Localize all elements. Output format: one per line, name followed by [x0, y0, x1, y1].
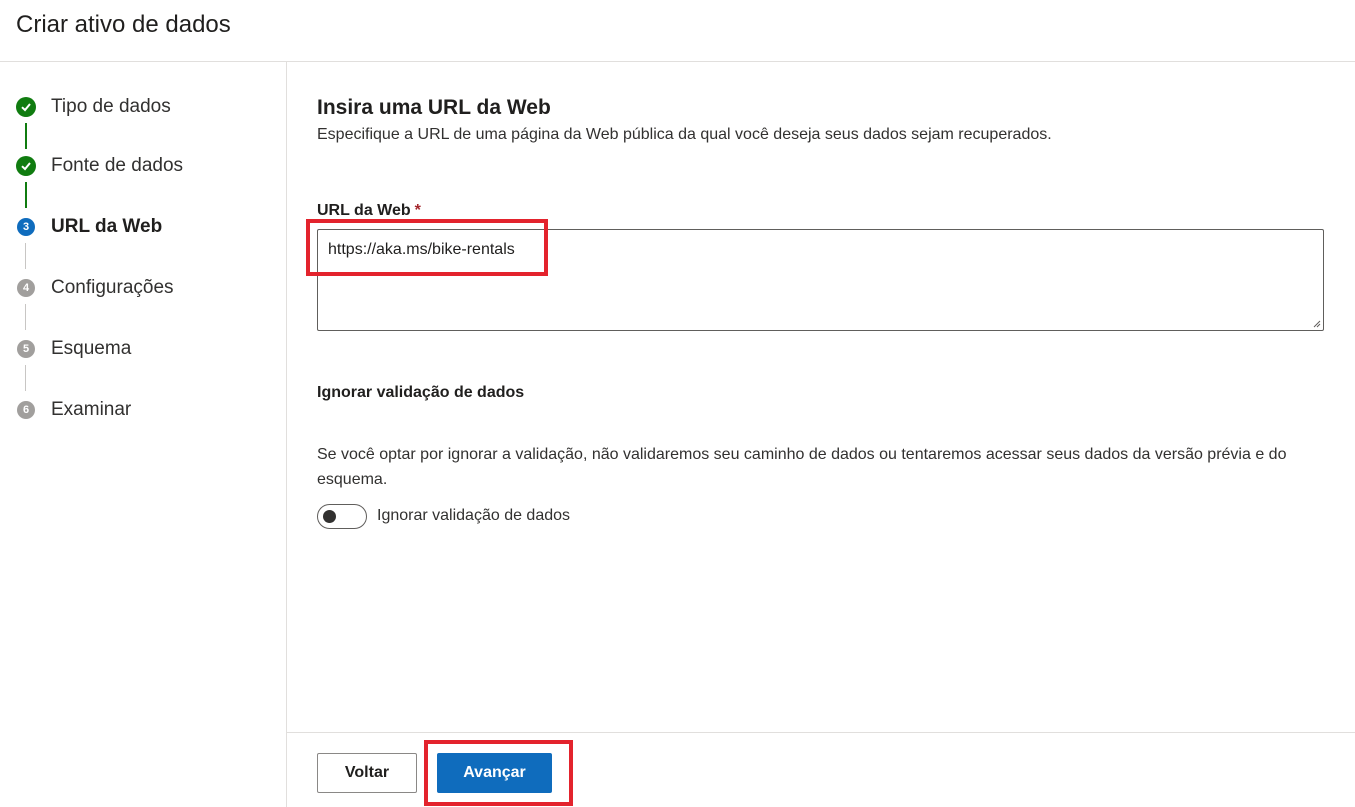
step-tipo-de-dados[interactable]: Tipo de dados [16, 95, 171, 119]
back-button[interactable]: Voltar [317, 753, 417, 793]
step-url-da-web[interactable]: 3 URL da Web [16, 215, 162, 239]
step-configuracoes[interactable]: 4 Configurações [16, 276, 174, 300]
step-connector [25, 123, 27, 149]
ignore-validation-title: Ignorar validação de dados [317, 384, 525, 401]
step-connector [25, 365, 26, 391]
wizard-footer: Voltar Avançar [287, 732, 1355, 807]
wizard-steps-sidebar: Tipo de dados Fonte de dados 3 URL da We… [0, 62, 287, 807]
step-label: Examinar [51, 399, 132, 420]
step-label: Esquema [51, 338, 132, 359]
step-connector [25, 243, 26, 269]
required-asterisk: * [414, 202, 421, 219]
step-esquema[interactable]: 5 Esquema [16, 337, 131, 361]
step-label: Tipo de dados [51, 96, 171, 117]
step-number-icon: 6 [17, 401, 35, 419]
url-highlight-box [306, 219, 548, 276]
step-label: URL da Web [51, 216, 163, 237]
checkmark-icon [16, 97, 36, 117]
next-highlight-box [424, 740, 573, 806]
ignore-validation-toggle[interactable] [317, 504, 367, 529]
page-header: Criar ativo de dados [0, 0, 1355, 62]
ignore-validation-description: Se você optar por ignorar a validação, n… [317, 446, 1287, 488]
step-label: Configurações [51, 277, 174, 298]
step-number-icon: 4 [17, 279, 35, 297]
toggle-label: Ignorar validação de dados [377, 507, 571, 524]
step-connector [25, 304, 26, 330]
page-title: Criar ativo de dados [16, 11, 231, 38]
url-label-text: URL da Web [317, 202, 411, 219]
step-examinar[interactable]: 6 Examinar [16, 398, 131, 422]
checkmark-icon [16, 156, 36, 176]
step-number-icon: 3 [17, 218, 35, 236]
toggle-knob [323, 510, 336, 523]
section-description: Especifique a URL de uma página da Web p… [317, 126, 1052, 143]
step-fonte-de-dados[interactable]: Fonte de dados [16, 154, 183, 178]
step-label: Fonte de dados [51, 155, 184, 176]
step-number-icon: 5 [17, 340, 35, 358]
step-connector [25, 182, 27, 208]
url-field-label: URL da Web * [317, 202, 421, 220]
main-content: Insira uma URL da Web Especifique a URL … [287, 62, 1355, 732]
section-title: Insira uma URL da Web [317, 96, 551, 119]
resize-grip-icon[interactable] [1313, 320, 1321, 328]
